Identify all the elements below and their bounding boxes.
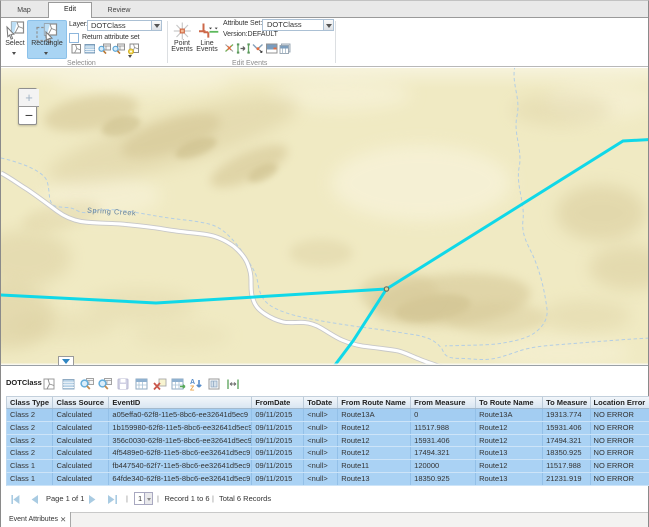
svg-text:Z: Z [190,386,195,392]
